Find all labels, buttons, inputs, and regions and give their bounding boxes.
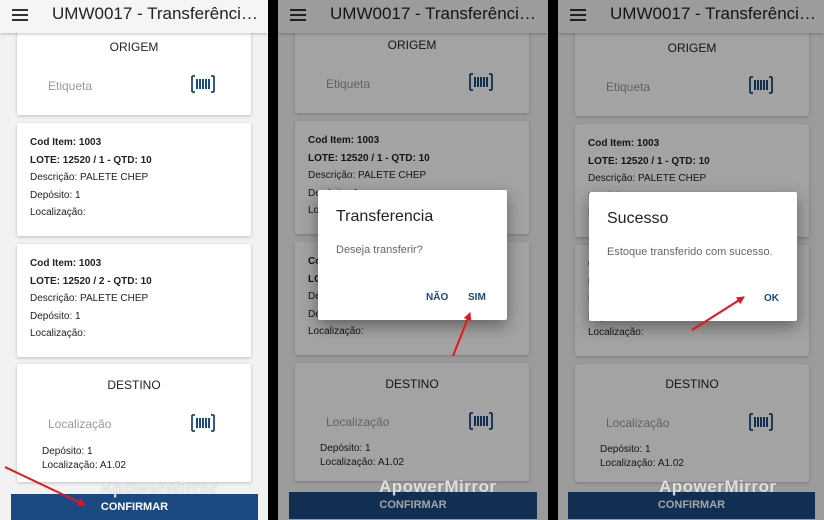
arrow-to-confirm-button [4,466,86,506]
arrow-to-yes-button [452,312,472,357]
arrow-to-ok-button [691,296,745,331]
annotation-arrows [4,296,745,506]
